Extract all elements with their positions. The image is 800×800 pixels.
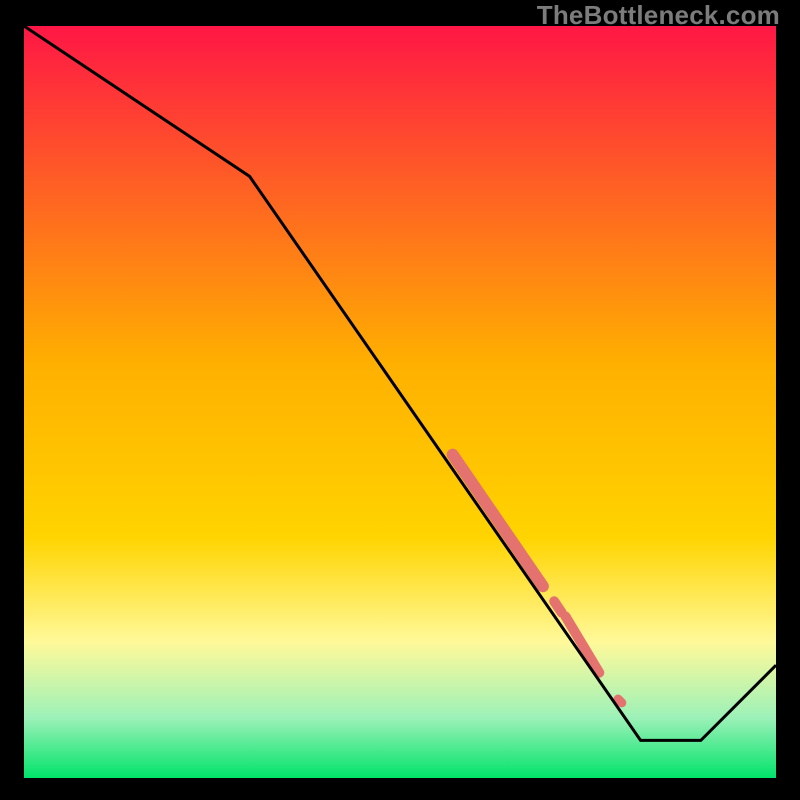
highlight-segment xyxy=(618,699,622,703)
chart-svg xyxy=(0,0,800,800)
highlight-segment xyxy=(554,601,562,612)
chart-root: TheBottleneck.com xyxy=(0,0,800,800)
watermark-label: TheBottleneck.com xyxy=(537,0,780,31)
plot-background xyxy=(24,26,776,778)
